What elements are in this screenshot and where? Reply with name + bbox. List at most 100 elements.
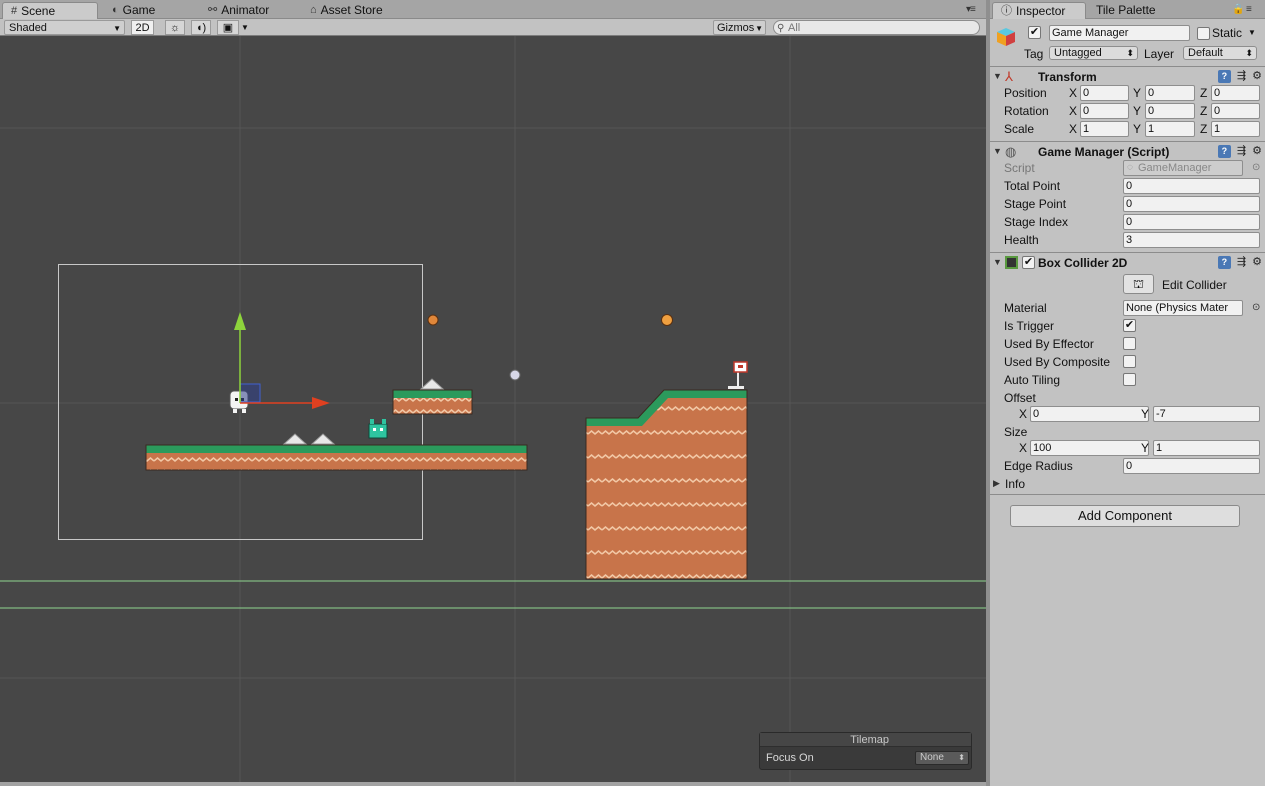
size-x-field[interactable]: 100: [1030, 440, 1149, 456]
move-gizmo[interactable]: [234, 312, 330, 409]
auto-tiling-checkbox[interactable]: [1123, 373, 1136, 386]
static-checkbox[interactable]: [1197, 27, 1210, 40]
scene-grid: [0, 36, 986, 782]
stage-point-field[interactable]: 0: [1123, 196, 1260, 212]
scene-window: # Scene ◐ Game ⚯ Animator ⌂ Asset Store …: [0, 0, 986, 786]
info-icon: ⓘ: [1001, 4, 1012, 17]
speaker-icon: ◖): [195, 22, 207, 34]
toggle-2d-button[interactable]: 2D: [131, 20, 154, 35]
tab-game[interactable]: ◐ Game: [104, 2, 163, 19]
tab-asset-store[interactable]: ⌂ Asset Store: [302, 2, 391, 19]
sun-icon: ☼: [169, 22, 181, 34]
box-collider-2d-header[interactable]: ▼ ✔ Box Collider 2D ? ⇶ ⚙: [990, 252, 1265, 272]
offset-x-field[interactable]: 0: [1030, 406, 1149, 422]
preset-icon[interactable]: ⇶: [1237, 256, 1246, 269]
position-y-field[interactable]: 0: [1145, 85, 1195, 101]
object-active-checkbox[interactable]: ✔: [1028, 26, 1041, 39]
tab-menu-icon[interactable]: ▾≡: [966, 4, 976, 15]
script-row: Script ◌ GameManager ⊙: [1004, 160, 1261, 176]
store-icon: ⌂: [310, 4, 317, 16]
used-by-composite-checkbox[interactable]: [1123, 355, 1136, 368]
effects-dropdown-arrow[interactable]: ▼: [241, 20, 249, 35]
lighting-toggle[interactable]: ☼: [165, 20, 185, 35]
object-name-field[interactable]: Game Manager: [1049, 25, 1190, 41]
stage-index-row: Stage Index 0: [990, 213, 1265, 231]
foldout-arrow-icon[interactable]: ▼: [993, 146, 1002, 156]
effects-toggle[interactable]: ▣: [217, 20, 239, 35]
tab-menu-icon[interactable]: ≡: [1246, 4, 1252, 15]
rotation-y-field[interactable]: 0: [1145, 103, 1195, 119]
animator-icon: ⚯: [208, 4, 218, 16]
lock-icon[interactable]: 🔒: [1232, 4, 1244, 15]
scene-toolbar: Shaded ▼ 2D ☼ ◖) ▣ ▼ Gizmos ▼ ⚲ All: [0, 19, 986, 36]
info-foldout-row[interactable]: ▶ Info: [990, 475, 1265, 493]
hill-platform: [585, 389, 748, 580]
size-y-field[interactable]: 1: [1153, 440, 1260, 456]
chevron-down-icon[interactable]: ▼: [1248, 28, 1256, 37]
floating-platform: [392, 389, 473, 415]
position-x-field[interactable]: 0: [1080, 85, 1129, 101]
edit-collider-button[interactable]: ⛫: [1123, 274, 1154, 294]
foldout-arrow-icon[interactable]: ▼: [993, 71, 1002, 81]
gear-icon[interactable]: ⚙: [1252, 256, 1262, 269]
image-icon: ▣: [222, 22, 234, 34]
gear-icon[interactable]: ⚙: [1252, 145, 1262, 158]
object-picker-icon[interactable]: ⊙: [1252, 302, 1260, 313]
material-object-field[interactable]: None (Physics Mater: [1123, 300, 1243, 316]
script-icon: ◍: [1005, 144, 1017, 159]
stage-index-field[interactable]: 0: [1123, 214, 1260, 230]
search-icon: ⚲: [777, 23, 785, 34]
help-book-icon[interactable]: ?: [1217, 70, 1231, 83]
layer-dropdown[interactable]: Default: [1183, 46, 1257, 60]
box-collider-enabled-checkbox[interactable]: ✔: [1022, 256, 1035, 269]
draw-mode-dropdown[interactable]: Shaded ▼: [4, 20, 125, 35]
component-divider: [990, 494, 1265, 495]
tab-tile-palette[interactable]: Tile Palette: [1088, 2, 1164, 19]
audio-toggle[interactable]: ◖): [191, 20, 211, 35]
tilemap-overlay-title: Tilemap: [760, 733, 971, 747]
used-by-composite-row: Used By Composite: [990, 353, 1265, 371]
scale-y-field[interactable]: 1: [1145, 121, 1195, 137]
edge-radius-row: Edge Radius 0: [990, 457, 1265, 475]
total-point-field[interactable]: 0: [1123, 178, 1260, 194]
preset-icon[interactable]: ⇶: [1237, 70, 1246, 83]
used-by-effector-checkbox[interactable]: [1123, 337, 1136, 350]
foldout-arrow-icon[interactable]: ▶: [993, 478, 1000, 489]
help-book-icon[interactable]: ?: [1217, 256, 1231, 269]
tab-scene[interactable]: # Scene: [2, 2, 98, 19]
scale-x-field[interactable]: 1: [1080, 121, 1129, 137]
scale-z-field[interactable]: 1: [1211, 121, 1260, 137]
rotation-x-field[interactable]: 0: [1080, 103, 1129, 119]
gizmos-dropdown[interactable]: Gizmos ▼: [713, 20, 766, 35]
gameobject-cube-icon: [995, 26, 1017, 48]
position-z-field[interactable]: 0: [1211, 85, 1260, 101]
auto-tiling-row: Auto Tiling: [990, 371, 1265, 389]
scene-bottom-edge: [0, 782, 986, 786]
gear-icon[interactable]: ⚙: [1252, 70, 1262, 83]
layer-label: Layer: [1144, 47, 1175, 61]
tab-animator[interactable]: ⚯ Animator: [200, 2, 277, 19]
chevron-down-icon: ▼: [113, 24, 121, 33]
game-manager-script-header[interactable]: ▼ ◍ Game Manager (Script) ? ⇶ ⚙: [990, 141, 1265, 161]
component-header-icons: ? ⇶ ⚙: [1217, 145, 1262, 158]
rotation-z-field[interactable]: 0: [1211, 103, 1260, 119]
scene-canvas[interactable]: [0, 36, 986, 782]
scene-viewport[interactable]: Tilemap Focus On None ⬍: [0, 36, 986, 782]
scene-search-input[interactable]: ⚲ All: [773, 20, 980, 35]
help-book-icon[interactable]: ?: [1217, 145, 1231, 158]
foldout-arrow-icon[interactable]: ▼: [993, 257, 1002, 267]
add-component-button[interactable]: Add Component: [1010, 505, 1240, 527]
offset-y-field[interactable]: -7: [1153, 406, 1260, 422]
health-field[interactable]: 3: [1123, 232, 1260, 248]
tag-dropdown[interactable]: Untagged: [1049, 46, 1138, 60]
is-trigger-checkbox[interactable]: ✔: [1123, 319, 1136, 332]
focus-on-dropdown[interactable]: None ⬍: [915, 751, 969, 765]
preset-icon[interactable]: ⇶: [1237, 145, 1246, 158]
material-row: Material None (Physics Mater ⊙: [1004, 300, 1261, 316]
static-label: Static: [1212, 26, 1243, 40]
ground-platform-main: [145, 444, 528, 471]
transform-header[interactable]: ▼ ⅄ Transform ? ⇶ ⚙: [990, 66, 1265, 86]
tab-inspector[interactable]: ⓘ Inspector: [992, 2, 1086, 19]
edge-radius-field[interactable]: 0: [1123, 458, 1260, 474]
focus-on-label: Focus On: [766, 752, 814, 764]
